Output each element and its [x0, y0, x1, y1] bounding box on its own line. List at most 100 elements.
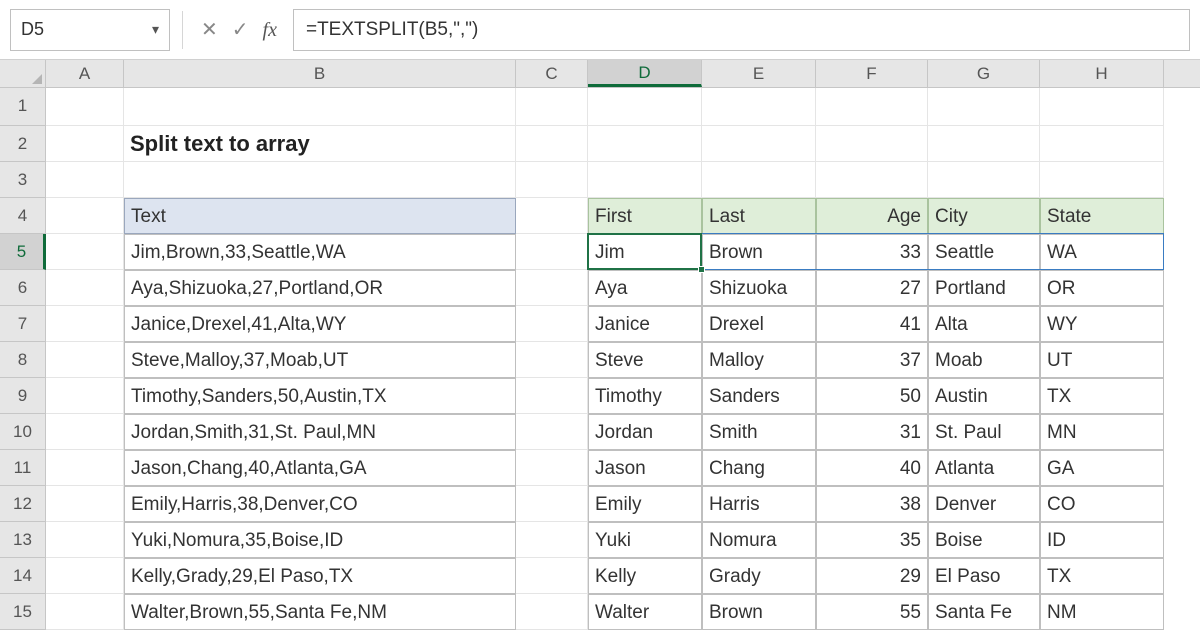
table2-cell[interactable]: 55 — [816, 594, 928, 630]
cell-C4[interactable] — [516, 198, 588, 234]
cell[interactable] — [516, 522, 588, 558]
name-box[interactable]: D5 ▾ — [10, 9, 170, 51]
chevron-down-icon[interactable]: ▾ — [152, 21, 159, 38]
cell[interactable] — [46, 414, 124, 450]
cell-D2[interactable] — [588, 126, 702, 162]
table1-header[interactable]: Text — [124, 198, 516, 234]
spreadsheet-grid[interactable]: A B C D E F G H 1 2 3 4 5 6 7 8 9 10 11 … — [0, 60, 1200, 630]
table2-cell[interactable]: Jordan — [588, 414, 702, 450]
table2-header-state[interactable]: State — [1040, 198, 1164, 234]
cancel-icon[interactable]: ✕ — [201, 20, 218, 40]
table2-cell[interactable]: Nomura — [702, 522, 816, 558]
table1-cell[interactable]: Jason,Chang,40,Atlanta,GA — [124, 450, 516, 486]
cell-A1[interactable] — [46, 88, 124, 126]
col-header-E[interactable]: E — [702, 60, 816, 87]
col-header-B[interactable]: B — [124, 60, 516, 87]
table1-cell[interactable]: Kelly,Grady,29,El Paso,TX — [124, 558, 516, 594]
table2-cell[interactable]: Denver — [928, 486, 1040, 522]
col-header-F[interactable]: F — [816, 60, 928, 87]
table2-cell[interactable]: Portland — [928, 270, 1040, 306]
table2-cell[interactable]: MN — [1040, 414, 1164, 450]
cell[interactable] — [516, 558, 588, 594]
table2-header-last[interactable]: Last — [702, 198, 816, 234]
table2-cell[interactable]: 31 — [816, 414, 928, 450]
table2-cell[interactable]: TX — [1040, 558, 1164, 594]
table2-cell[interactable]: Emily — [588, 486, 702, 522]
cell[interactable] — [46, 450, 124, 486]
col-header-D[interactable]: D — [588, 60, 702, 87]
cell-A3[interactable] — [46, 162, 124, 198]
table1-cell[interactable]: Janice,Drexel,41,Alta,WY — [124, 306, 516, 342]
table2-cell[interactable]: Smith — [702, 414, 816, 450]
table2-cell[interactable]: 40 — [816, 450, 928, 486]
cell[interactable] — [516, 270, 588, 306]
row-header-12[interactable]: 12 — [0, 486, 45, 522]
row-header-13[interactable]: 13 — [0, 522, 45, 558]
table2-cell[interactable]: Drexel — [702, 306, 816, 342]
table2-cell[interactable]: El Paso — [928, 558, 1040, 594]
cell[interactable] — [46, 378, 124, 414]
cell[interactable] — [46, 342, 124, 378]
table2-cell[interactable]: Shizuoka — [702, 270, 816, 306]
row-header-14[interactable]: 14 — [0, 558, 45, 594]
table2-cell[interactable]: GA — [1040, 450, 1164, 486]
cell[interactable] — [516, 234, 588, 270]
row-header-3[interactable]: 3 — [0, 162, 45, 198]
row-header-10[interactable]: 10 — [0, 414, 45, 450]
table2-cell[interactable]: OR — [1040, 270, 1164, 306]
table2-cell[interactable]: UT — [1040, 342, 1164, 378]
table2-header-first[interactable]: First — [588, 198, 702, 234]
table2-cell[interactable]: Timothy — [588, 378, 702, 414]
cell[interactable] — [46, 522, 124, 558]
cell-G3[interactable] — [928, 162, 1040, 198]
cell-E3[interactable] — [702, 162, 816, 198]
table2-cell[interactable]: 50 — [816, 378, 928, 414]
row-header-6[interactable]: 6 — [0, 270, 45, 306]
cell-H2[interactable] — [1040, 126, 1164, 162]
table2-cell[interactable]: Brown — [702, 594, 816, 630]
table2-cell[interactable]: ID — [1040, 522, 1164, 558]
table2-cell[interactable]: Yuki — [588, 522, 702, 558]
cell-D1[interactable] — [588, 88, 702, 126]
table2-cell[interactable]: 27 — [816, 270, 928, 306]
table2-cell[interactable]: Harris — [702, 486, 816, 522]
col-header-C[interactable]: C — [516, 60, 588, 87]
cell[interactable] — [516, 306, 588, 342]
table2-cell[interactable]: Atlanta — [928, 450, 1040, 486]
cell[interactable] — [516, 594, 588, 630]
table2-cell[interactable]: CO — [1040, 486, 1164, 522]
table1-cell[interactable]: Jordan,Smith,31,St. Paul,MN — [124, 414, 516, 450]
table2-cell[interactable]: Malloy — [702, 342, 816, 378]
cell-E2[interactable] — [702, 126, 816, 162]
col-header-G[interactable]: G — [928, 60, 1040, 87]
table2-cell[interactable]: Steve — [588, 342, 702, 378]
table2-cell[interactable]: Walter — [588, 594, 702, 630]
fx-icon[interactable]: fx — [263, 20, 279, 40]
row-header-4[interactable]: 4 — [0, 198, 45, 234]
fill-handle[interactable] — [698, 266, 705, 273]
cell[interactable] — [516, 378, 588, 414]
cell[interactable] — [516, 342, 588, 378]
page-title[interactable]: Split text to array — [124, 126, 516, 162]
cell-D3[interactable] — [588, 162, 702, 198]
row-header-9[interactable]: 9 — [0, 378, 45, 414]
table2-cell[interactable]: Austin — [928, 378, 1040, 414]
cell-B1[interactable] — [124, 88, 516, 126]
cell-H3[interactable] — [1040, 162, 1164, 198]
cell-G2[interactable] — [928, 126, 1040, 162]
table2-header-age[interactable]: Age — [816, 198, 928, 234]
cell[interactable] — [46, 486, 124, 522]
cell[interactable] — [516, 414, 588, 450]
table1-cell[interactable]: Aya,Shizuoka,27,Portland,OR — [124, 270, 516, 306]
cell-E1[interactable] — [702, 88, 816, 126]
table2-cell[interactable]: WY — [1040, 306, 1164, 342]
col-header-A[interactable]: A — [46, 60, 124, 87]
table2-cell[interactable]: Jim — [588, 234, 702, 270]
table2-cell[interactable]: 41 — [816, 306, 928, 342]
table1-cell[interactable]: Yuki,Nomura,35,Boise,ID — [124, 522, 516, 558]
table2-cell[interactable]: 38 — [816, 486, 928, 522]
row-header-8[interactable]: 8 — [0, 342, 45, 378]
row-header-5[interactable]: 5 — [0, 234, 46, 270]
cell-C1[interactable] — [516, 88, 588, 126]
table2-cell[interactable]: Alta — [928, 306, 1040, 342]
